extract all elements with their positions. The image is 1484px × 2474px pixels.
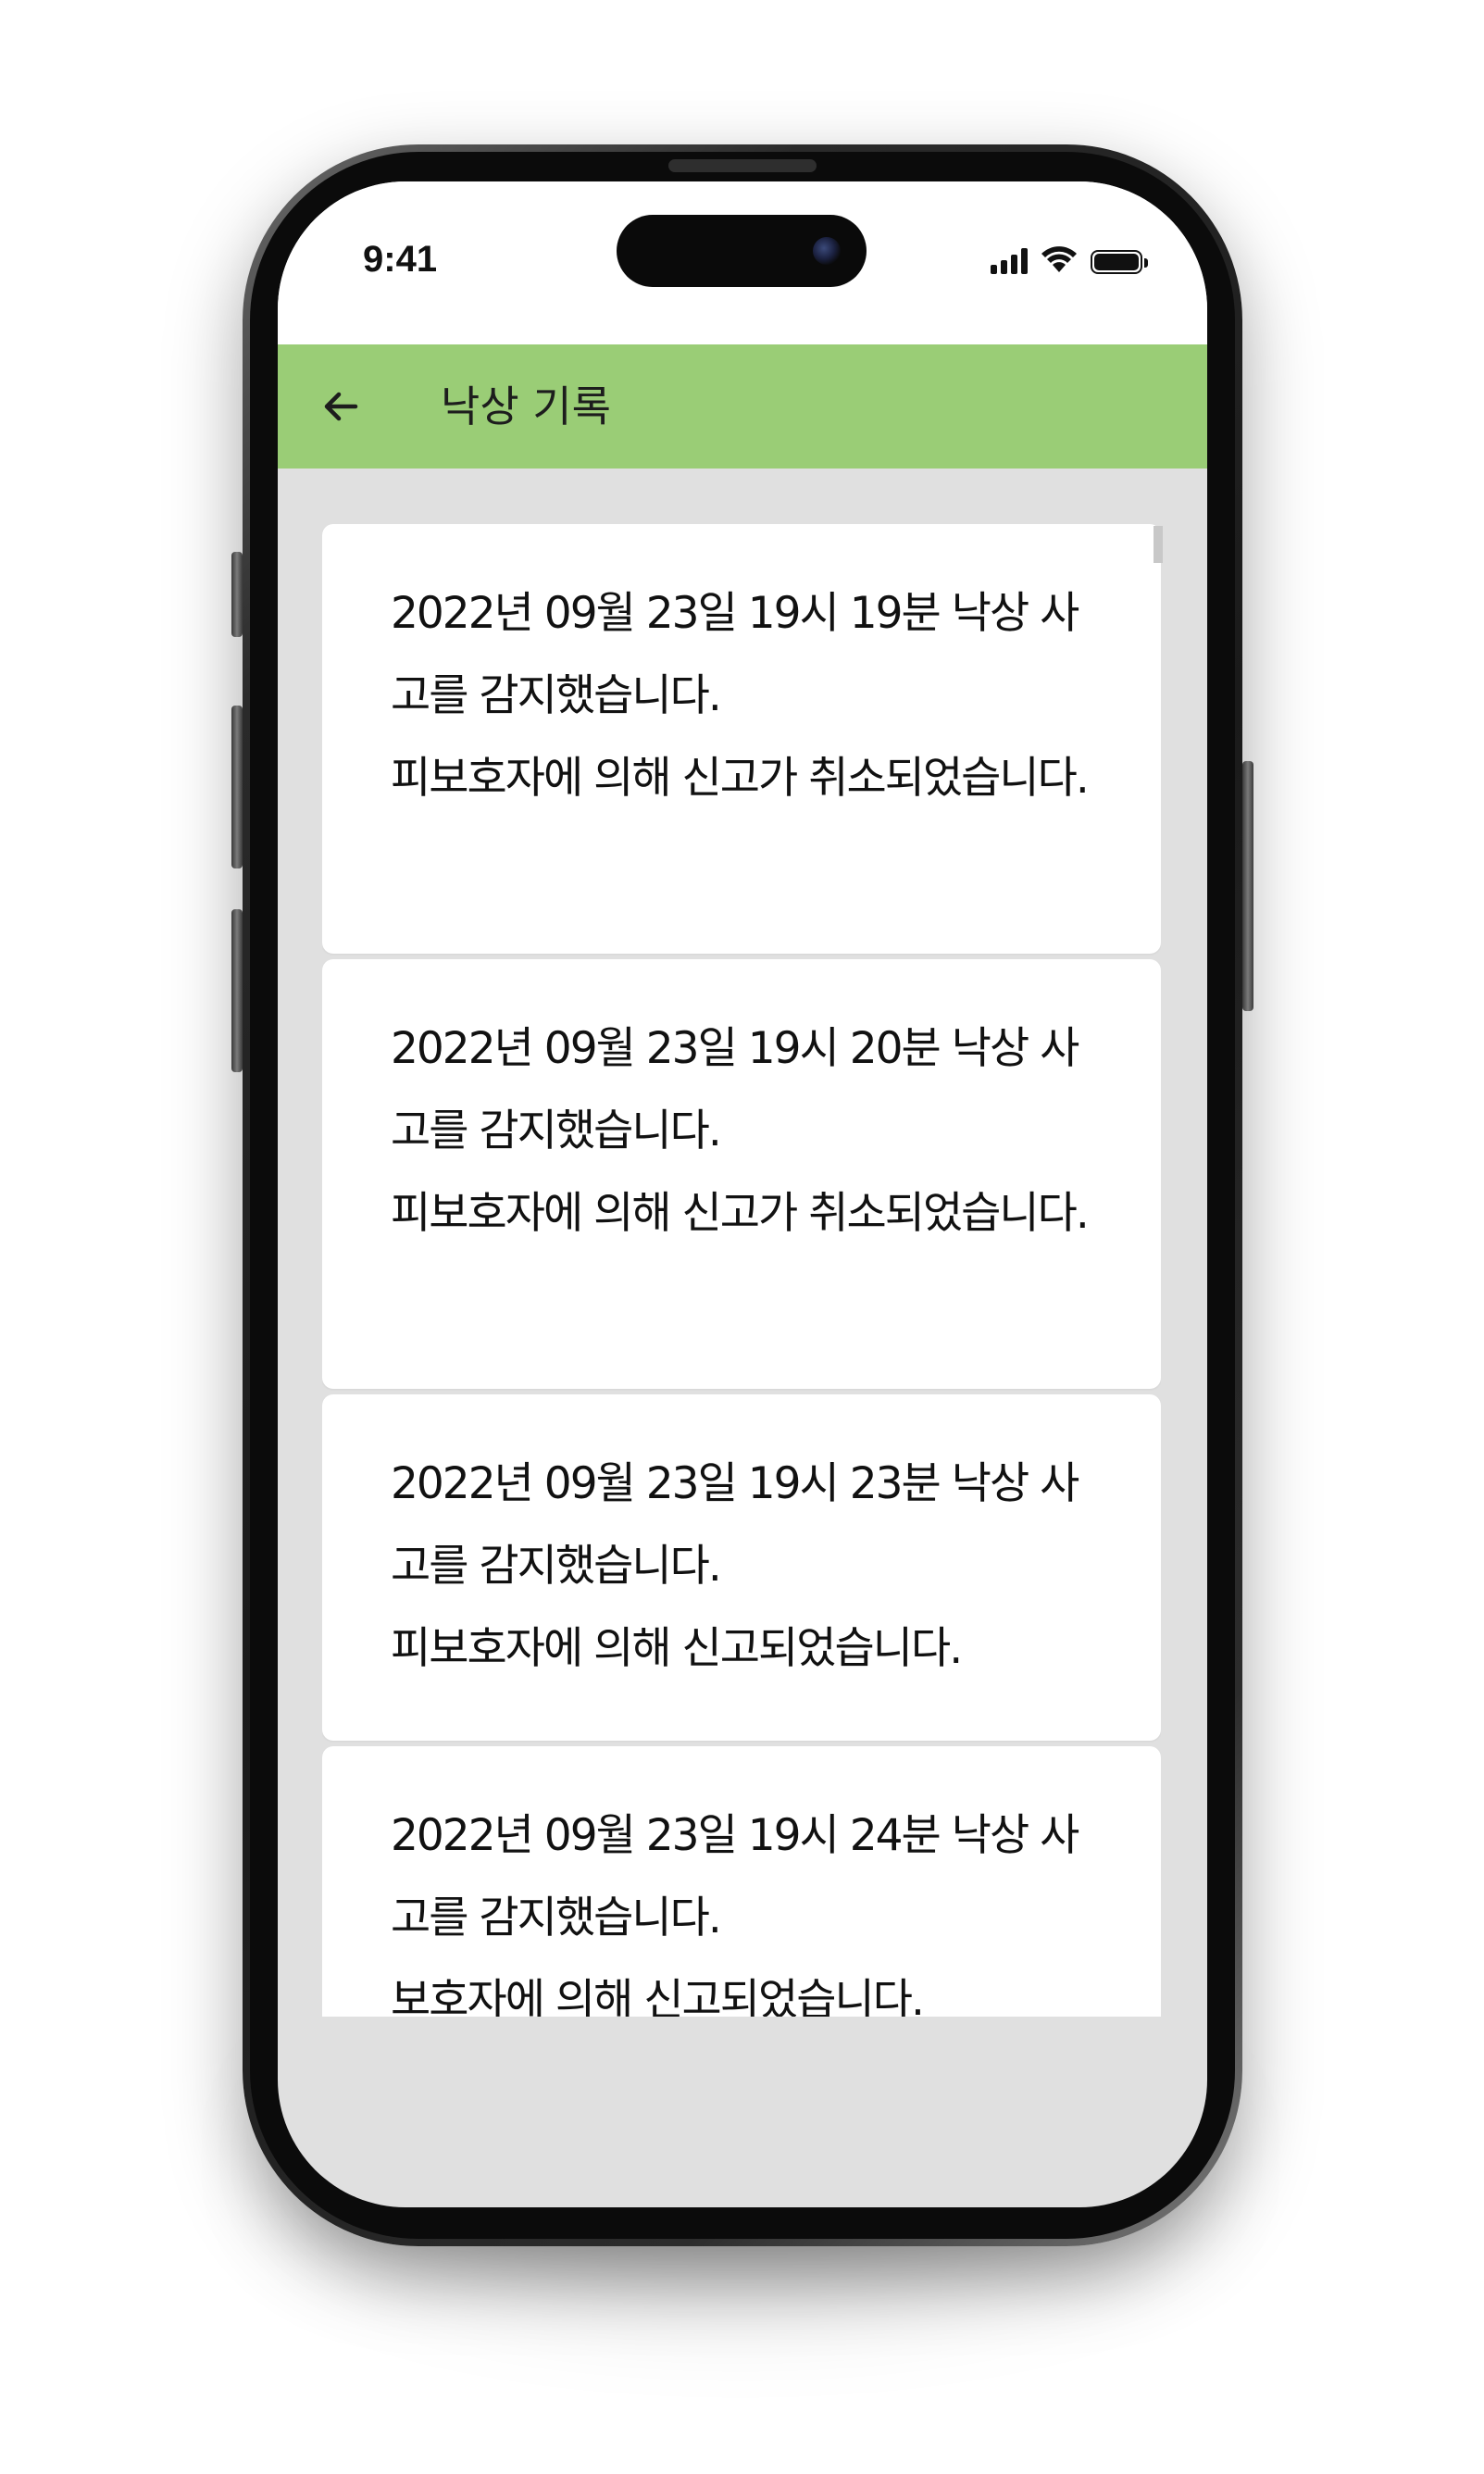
signal-icon [991,248,1028,274]
status-bar: 9:41 [278,181,1207,344]
app-bar: 낙상 기록 [278,344,1207,469]
power-button [1242,761,1253,1011]
record-card[interactable]: 2022년 09월 23일 19시 23분 낙상 사고를 감지했습니다. 피보호… [322,1394,1161,1741]
fall-record-list[interactable]: 2022년 09월 23일 19시 19분 낙상 사고를 감지했습니다. 피보호… [322,524,1161,2017]
speaker-slot [668,159,817,172]
record-status-text: 피보호자에 의해 신고가 취소되었습니다. [391,1188,1090,1239]
record-card[interactable]: 2022년 09월 23일 19시 19분 낙상 사고를 감지했습니다. 피보호… [322,524,1161,954]
back-button[interactable] [311,377,370,436]
record-detected-text: 2022년 09월 23일 19시 23분 낙상 사고를 감지했습니다. [391,1458,1079,1592]
volume-down-button [231,909,243,1072]
record-detected-text: 2022년 09월 23일 19시 20분 낙상 사고를 감지했습니다. [391,1023,1079,1156]
record-detected-text: 2022년 09월 23일 19시 24분 낙상 사고를 감지했습니다. [391,1810,1079,1943]
arrow-left-icon [324,392,358,421]
record-detected-text: 2022년 09월 23일 19시 19분 낙상 사고를 감지했습니다. [391,588,1079,721]
record-status-text: 보호자에 의해 신고되었습니다. [391,1975,925,2017]
phone-screen: 9:41 낙상 기록 2022년 09월 23일 19시 19분 낙상 사고를 … [278,181,1207,2207]
status-time: 9:41 [363,239,438,280]
record-card[interactable]: 2022년 09월 23일 19시 20분 낙상 사고를 감지했습니다. 피보호… [322,959,1161,1389]
silent-switch [231,552,243,637]
mockup-stage: 9:41 낙상 기록 2022년 09월 23일 19시 19분 낙상 사고를 … [0,0,1484,2474]
scrollbar-thumb[interactable] [1154,526,1163,563]
battery-icon [1091,250,1148,274]
front-camera [813,237,841,265]
page-title: 낙상 기록 [441,381,611,431]
volume-up-button [231,706,243,868]
wifi-icon [1041,246,1077,272]
dynamic-island [617,215,867,287]
status-icons [991,244,1148,274]
record-status-text: 피보호자에 의해 신고가 취소되었습니다. [391,753,1090,804]
record-status-text: 피보호자에 의해 신고되었습니다. [391,1623,963,1674]
record-card[interactable]: 2022년 09월 23일 19시 24분 낙상 사고를 감지했습니다. 보호자… [322,1746,1161,2017]
